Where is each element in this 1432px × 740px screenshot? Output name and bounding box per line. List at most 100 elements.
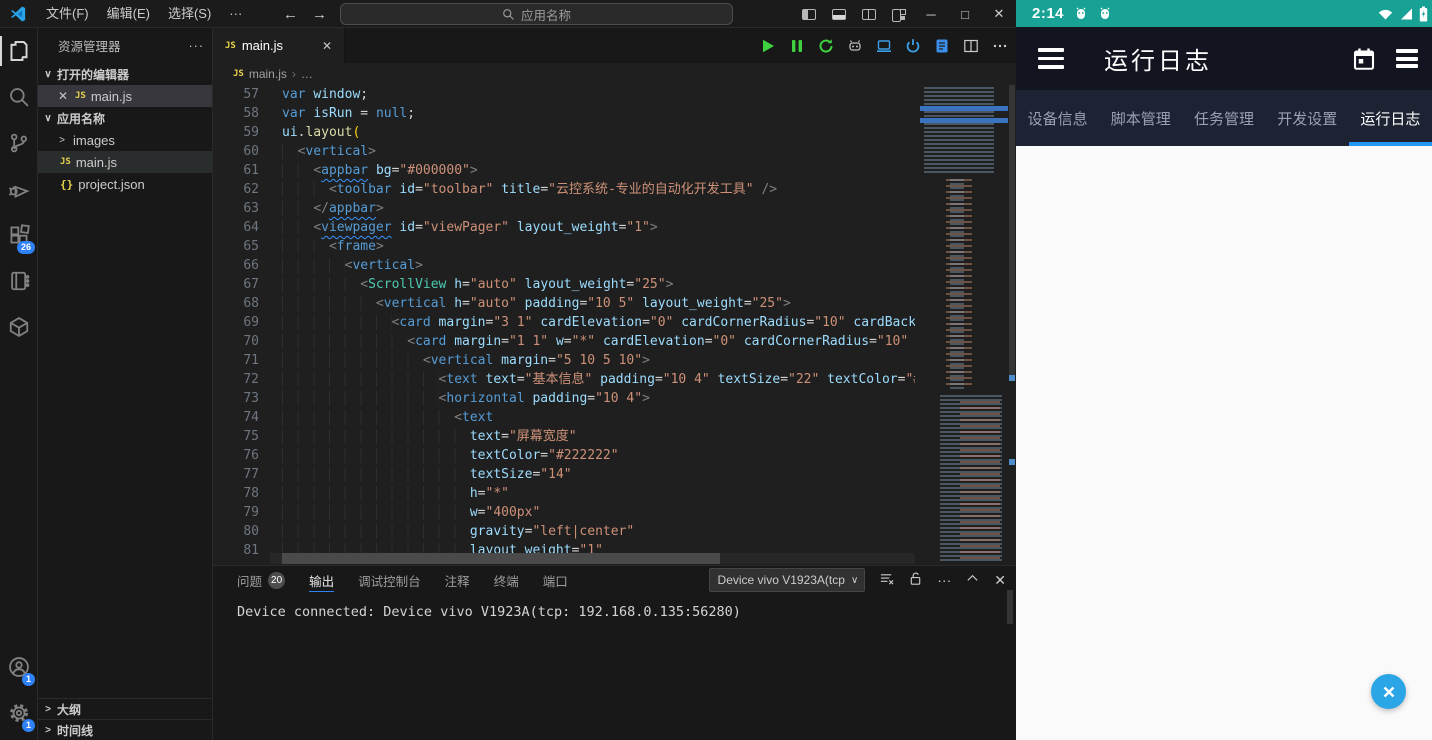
open-editor-main-js[interactable]: ✕ JS main.js xyxy=(38,85,212,107)
panel-tab-调试控制台[interactable]: 调试控制台 xyxy=(358,566,421,594)
restart-button[interactable] xyxy=(818,38,834,54)
panel-tab-输出[interactable]: 输出 xyxy=(309,566,334,594)
file-project-json[interactable]: {} project.json xyxy=(38,173,212,195)
menu-more[interactable]: ··· xyxy=(220,0,251,28)
phone-tab-任务管理[interactable]: 任务管理 xyxy=(1182,90,1265,146)
maximize-button[interactable]: □ xyxy=(948,0,982,28)
screen-mirror-icon[interactable] xyxy=(876,38,892,54)
phone-tab-开发设置[interactable]: 开发设置 xyxy=(1266,90,1349,146)
panel-scrollbar[interactable] xyxy=(1007,590,1013,660)
search-input[interactable]: 应用名称 xyxy=(340,3,733,25)
code-line[interactable]: 70 <card margin="1 1" w="*" cardElevatio… xyxy=(213,332,915,351)
toggle-secondary-sidebar-icon[interactable] xyxy=(862,9,876,20)
panel-tab-端口[interactable]: 端口 xyxy=(543,566,568,594)
phone-tab-运行日志[interactable]: 运行日志 xyxy=(1349,90,1432,146)
minimap[interactable] xyxy=(920,85,1008,565)
code-line[interactable]: 68 <vertical h="auto" padding="10 5" lay… xyxy=(213,294,915,313)
code-line[interactable]: 63 </appbar> xyxy=(213,199,915,218)
minimize-button[interactable]: ─ xyxy=(914,0,948,28)
document-button[interactable] xyxy=(934,38,950,54)
phone-tab-设备信息[interactable]: 设备信息 xyxy=(1016,90,1099,146)
package-icon[interactable] xyxy=(0,304,38,350)
timeline-section[interactable]: > 时间线 xyxy=(38,719,212,740)
code-line[interactable]: 73 <horizontal padding="10 4"> xyxy=(213,389,915,408)
power-button[interactable] xyxy=(905,38,921,54)
run-debug-icon[interactable] xyxy=(0,166,38,212)
code-line[interactable]: 74 <text xyxy=(213,408,915,427)
panel-more-icon[interactable]: ··· xyxy=(937,572,951,588)
pause-button[interactable] xyxy=(789,38,805,54)
folder-images[interactable]: > images xyxy=(38,129,212,151)
code-editor[interactable]: 57var window;58var isRun = null;59ui.lay… xyxy=(213,85,915,565)
panel-tab-注释[interactable]: 注释 xyxy=(445,566,470,594)
close-button[interactable]: ✕ xyxy=(982,0,1016,28)
code-line[interactable]: 62 <toolbar id="toolbar" title="云控系统-专业的… xyxy=(213,180,915,199)
code-line[interactable]: 76 textColor="#222222" xyxy=(213,446,915,465)
run-button[interactable] xyxy=(760,38,776,54)
line-number: 71 xyxy=(213,351,259,370)
close-icon[interactable]: ✕ xyxy=(56,89,70,103)
output-log-line[interactable]: Device connected: Device vivo V1923A(tcp… xyxy=(213,594,1016,620)
menu-file[interactable]: 文件(F) xyxy=(37,0,98,28)
fab-close-button[interactable] xyxy=(1371,674,1406,709)
code-line[interactable]: 58var isRun = null; xyxy=(213,104,915,123)
robot-assistant-icon[interactable] xyxy=(847,38,863,54)
toggle-panel-icon[interactable] xyxy=(832,9,846,20)
nav-back-icon[interactable]: ← xyxy=(283,6,298,23)
tab-close-icon[interactable]: ✕ xyxy=(320,39,334,53)
clear-output-icon[interactable] xyxy=(879,571,894,589)
line-number: 64 xyxy=(213,218,259,237)
panel-close-icon[interactable]: ✕ xyxy=(994,572,1006,589)
open-editors-section[interactable]: ∨ 打开的编辑器 xyxy=(38,63,212,85)
chevron-right-icon: > xyxy=(42,704,54,715)
tab-main-js[interactable]: JS main.js ✕ xyxy=(213,28,345,63)
phone-tab-脚本管理[interactable]: 脚本管理 xyxy=(1099,90,1182,146)
split-editor-icon[interactable] xyxy=(963,38,979,54)
code-line[interactable]: 77 textSize="14" xyxy=(213,465,915,484)
menu-hamburger-icon[interactable] xyxy=(1038,48,1064,69)
code-line[interactable]: 64 <viewpager id="viewPager" layout_weig… xyxy=(213,218,915,237)
code-line[interactable]: 75 text="屏幕宽度" xyxy=(213,427,915,446)
search-sidebar-icon[interactable] xyxy=(0,74,38,120)
extensions-icon[interactable]: 26 xyxy=(0,212,38,258)
horizontal-scrollbar[interactable] xyxy=(270,553,915,564)
panel-maximize-icon[interactable] xyxy=(965,571,980,589)
code-line[interactable]: 60 <vertical> xyxy=(213,142,915,161)
code-line[interactable]: 66 <vertical> xyxy=(213,256,915,275)
code-line[interactable]: 79 w="400px" xyxy=(213,503,915,522)
breadcrumb[interactable]: JS main.js › … xyxy=(213,63,1016,85)
code-line[interactable]: 65 <frame> xyxy=(213,237,915,256)
device-dropdown[interactable]: Device vivo V1923A(tcp ∨ xyxy=(709,568,866,592)
menu-edit[interactable]: 编辑(E) xyxy=(98,0,159,28)
more-actions-icon[interactable] xyxy=(992,38,1008,54)
code-line[interactable]: 78 h="*" xyxy=(213,484,915,503)
explorer-icon[interactable] xyxy=(0,28,38,74)
workspace-section[interactable]: ∨ 应用名称 xyxy=(38,107,212,129)
log-list-icon[interactable] xyxy=(1396,49,1418,68)
notebook-icon[interactable] xyxy=(0,258,38,304)
code-line[interactable]: 67 <ScrollView h="auto" layout_weight="2… xyxy=(213,275,915,294)
code-line[interactable]: 69 <card margin="3 1" cardElevation="0" … xyxy=(213,313,915,332)
menu-selection[interactable]: 选择(S) xyxy=(159,0,220,28)
file-main-js[interactable]: JS main.js xyxy=(38,151,212,173)
settings-gear-icon[interactable]: 1 xyxy=(0,690,38,736)
calendar-icon[interactable] xyxy=(1352,47,1376,71)
code-line[interactable]: 59ui.layout( xyxy=(213,123,915,142)
nav-forward-icon[interactable]: → xyxy=(312,6,327,23)
panel-tab-问题[interactable]: 问题20 xyxy=(237,566,285,594)
code-line[interactable]: 57var window; xyxy=(213,85,915,104)
customize-layout-icon[interactable] xyxy=(892,9,906,20)
code-line[interactable]: 72 <text text="基本信息" padding="10 4" text… xyxy=(213,370,915,389)
lock-icon[interactable] xyxy=(908,571,923,589)
outline-section[interactable]: > 大纲 xyxy=(38,698,212,719)
panel-tab-终端[interactable]: 终端 xyxy=(494,566,519,594)
toggle-sidebar-icon[interactable] xyxy=(802,9,816,20)
code-line[interactable]: 80 gravity="left|center" xyxy=(213,522,915,541)
vertical-scrollbar[interactable] xyxy=(1008,85,1016,565)
source-control-icon[interactable] xyxy=(0,120,38,166)
line-number: 59 xyxy=(213,123,259,142)
sidebar-more-icon[interactable]: ··· xyxy=(189,39,205,53)
account-icon[interactable]: 1 xyxy=(0,644,38,690)
code-line[interactable]: 71 <vertical margin="5 10 5 10"> xyxy=(213,351,915,370)
code-line[interactable]: 61 <appbar bg="#000000"> xyxy=(213,161,915,180)
